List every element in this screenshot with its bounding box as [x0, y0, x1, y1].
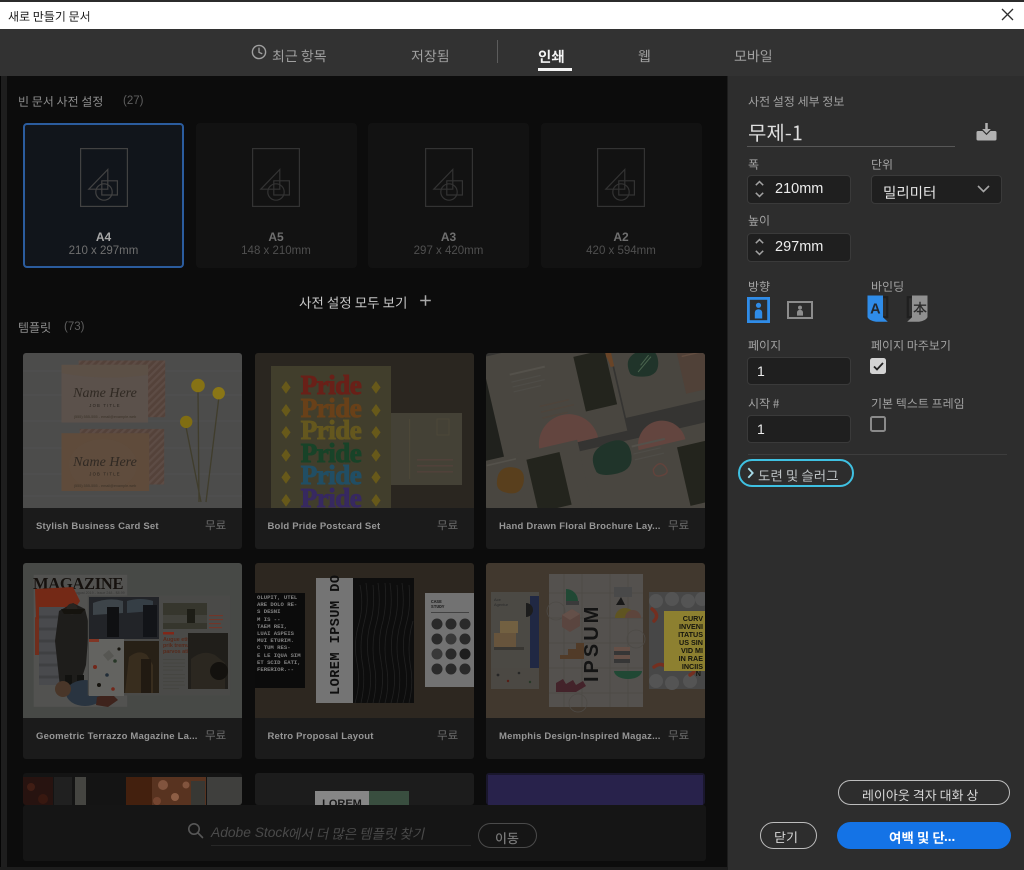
- svg-text:A: A: [870, 302, 881, 318]
